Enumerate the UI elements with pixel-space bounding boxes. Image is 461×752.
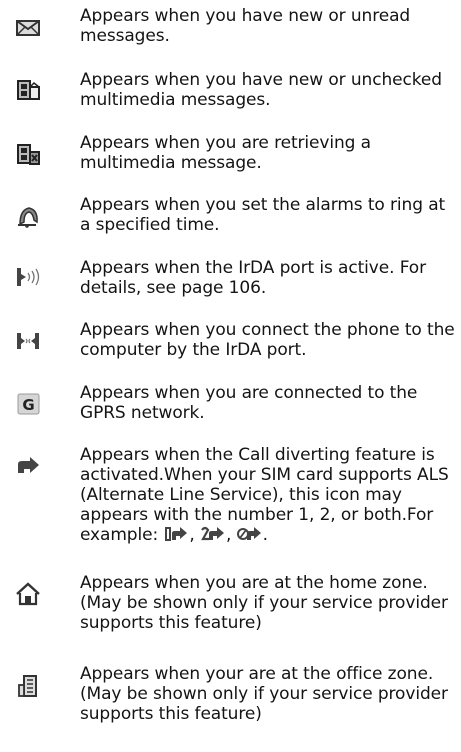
envelope-icon — [14, 16, 42, 40]
item-description: Appears when the IrDA port is active. Fo… — [80, 258, 426, 298]
gprs-icon: G — [14, 392, 42, 416]
home-zone-icon — [14, 582, 42, 606]
item-description: Appears when you have new or unread mess… — [80, 6, 411, 46]
example-separator: , — [226, 525, 232, 545]
irda-connected-icon — [14, 329, 42, 353]
item-description: Appears when you are connected to the GP… — [80, 383, 418, 423]
item-description: Appears when the Call diverting feature … — [80, 445, 460, 545]
svg-text:G: G — [22, 396, 34, 414]
alarm-bell-icon — [14, 204, 42, 228]
multimedia-message-icon — [14, 78, 42, 102]
retrieving-multimedia-icon — [14, 142, 42, 166]
item-description: Appears when you have new or unchecked m… — [80, 70, 442, 110]
example-separator: , — [189, 525, 195, 545]
call-divert-line2-icon — [200, 525, 226, 543]
item-description: Appears when your are at the office zone… — [80, 664, 448, 724]
item-description: Appears when you connect the phone to th… — [80, 320, 455, 360]
item-description: Appears when you are at the home zone. (… — [80, 573, 448, 633]
call-divert-both-lines-icon — [236, 525, 263, 543]
item-description: Appears when you set the alarms to ring … — [80, 195, 446, 235]
office-zone-icon — [14, 674, 42, 698]
example-end: . — [262, 525, 268, 545]
item-description: Appears when you are retrieving a multim… — [80, 133, 371, 173]
call-divert-line1-icon — [163, 525, 189, 543]
irda-active-icon — [14, 265, 42, 289]
call-divert-icon — [14, 455, 42, 479]
